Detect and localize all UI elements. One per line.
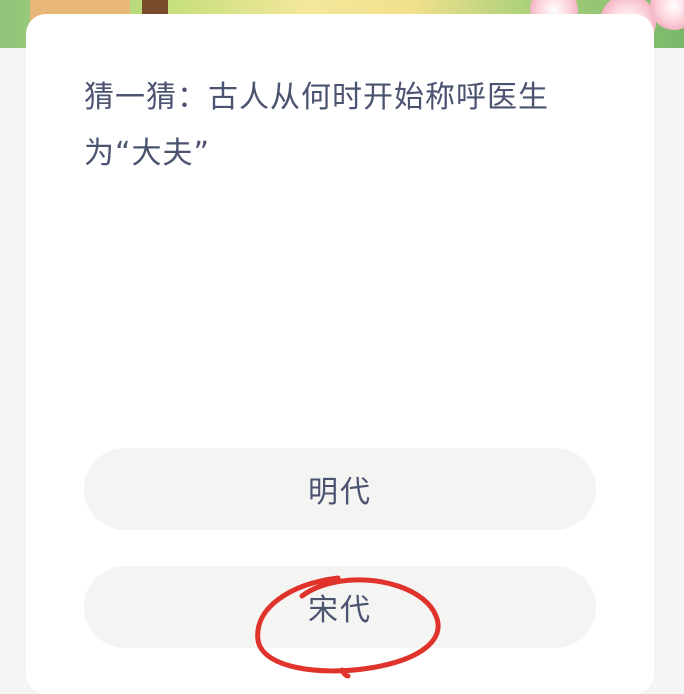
answer-option-ming[interactable]: 明代	[84, 448, 596, 530]
question-line-2: 为“大夫”	[84, 136, 211, 171]
question-line-1: 猜一猜：古人从何时开始称呼医生	[84, 80, 549, 115]
answer-option-label: 宋代	[308, 593, 372, 628]
quiz-card: 猜一猜：古人从何时开始称呼医生 为“大夫” 明代 宋代	[26, 14, 654, 694]
answer-option-label: 明代	[308, 475, 372, 510]
answer-option-song[interactable]: 宋代	[84, 566, 596, 648]
question-text: 猜一猜：古人从何时开始称呼医生 为“大夫”	[84, 70, 604, 182]
